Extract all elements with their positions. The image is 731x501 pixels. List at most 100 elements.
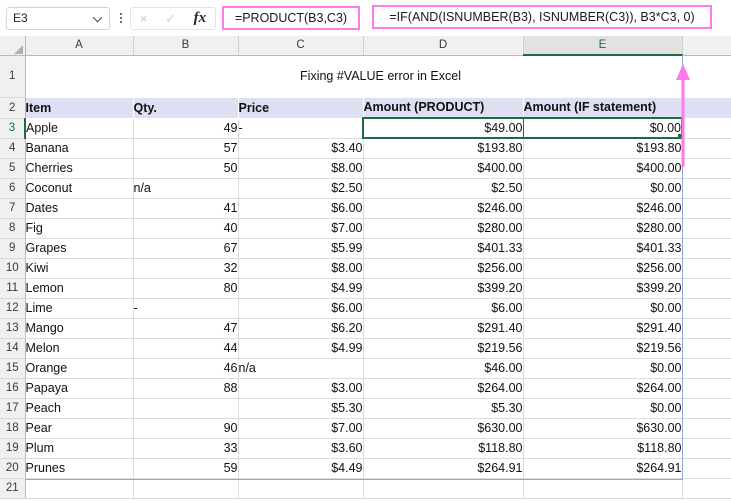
- cell-item-5[interactable]: Cherries: [25, 158, 134, 179]
- row-header-6[interactable]: 6: [0, 178, 26, 199]
- cell-price-5[interactable]: $8.00: [238, 158, 364, 179]
- cell-amount-product-7[interactable]: $246.00: [363, 198, 524, 219]
- row-header-4[interactable]: 4: [0, 138, 26, 159]
- cell-qty-20[interactable]: 59: [133, 458, 239, 479]
- cell-price-13[interactable]: $6.20: [238, 318, 364, 339]
- cell-qty-21[interactable]: [133, 478, 239, 499]
- cell-f17[interactable]: [682, 398, 731, 419]
- cell-price-4[interactable]: $3.40: [238, 138, 364, 159]
- cell-f3[interactable]: [682, 118, 731, 139]
- cell-price-7[interactable]: $6.00: [238, 198, 364, 219]
- cancel-icon[interactable]: ×: [140, 12, 148, 25]
- cell-item-14[interactable]: Melon: [25, 338, 134, 359]
- cell-price-11[interactable]: $4.99: [238, 278, 364, 299]
- row-header-13[interactable]: 13: [0, 318, 26, 339]
- cell-amount-if-9[interactable]: $401.33: [523, 238, 683, 259]
- cell-qty-7[interactable]: 41: [133, 198, 239, 219]
- cell-item-20[interactable]: Prunes: [25, 458, 134, 479]
- cell-f2[interactable]: [682, 97, 731, 118]
- formula-input-product[interactable]: =PRODUCT(B3,C3): [222, 6, 360, 30]
- cell-item-11[interactable]: Lemon: [25, 278, 134, 299]
- cell-f18[interactable]: [682, 418, 731, 439]
- cell-f14[interactable]: [682, 338, 731, 359]
- cell-item-15[interactable]: Orange: [25, 358, 134, 379]
- row-header-2[interactable]: 2: [0, 97, 26, 119]
- cell-f20[interactable]: [682, 458, 731, 479]
- cell-amount-product-3[interactable]: $49.00: [362, 117, 524, 139]
- row-header-7[interactable]: 7: [0, 198, 26, 219]
- formula-input-if[interactable]: =IF(AND(ISNUMBER(B3), ISNUMBER(C3)), B3*…: [372, 5, 712, 29]
- cell-price-8[interactable]: $7.00: [238, 218, 364, 239]
- cell-qty-6[interactable]: n/a: [133, 178, 239, 199]
- column-label-qty[interactable]: Qty.: [133, 97, 238, 118]
- cell-amount-product-15[interactable]: $46.00: [363, 358, 524, 379]
- row-header-21[interactable]: 21: [0, 478, 26, 499]
- cell-amount-product-10[interactable]: $256.00: [363, 258, 524, 279]
- column-header-f[interactable]: [682, 36, 731, 56]
- cell-amount-product-8[interactable]: $280.00: [363, 218, 524, 239]
- cell-f4[interactable]: [682, 138, 731, 159]
- cell-qty-13[interactable]: 47: [133, 318, 239, 339]
- cell-amount-product-4[interactable]: $193.80: [363, 138, 524, 159]
- cell-amount-if-14[interactable]: $219.56: [523, 338, 683, 359]
- cell-price-15[interactable]: n/a: [238, 358, 364, 379]
- cell-amount-product-13[interactable]: $291.40: [363, 318, 524, 339]
- cell-item-4[interactable]: Banana: [25, 138, 134, 159]
- cell-item-17[interactable]: Peach: [25, 398, 134, 419]
- cell-amount-if-16[interactable]: $264.00: [523, 378, 683, 399]
- cell-amount-if-20[interactable]: $264.91: [523, 458, 683, 479]
- row-header-9[interactable]: 9: [0, 238, 26, 259]
- row-header-1[interactable]: 1: [0, 55, 26, 98]
- cell-amount-if-8[interactable]: $280.00: [523, 218, 683, 239]
- cell-amount-if-3[interactable]: $0.00: [523, 117, 683, 139]
- cell-price-9[interactable]: $5.99: [238, 238, 364, 259]
- cell-f5[interactable]: [682, 158, 731, 179]
- cell-item-9[interactable]: Grapes: [25, 238, 134, 259]
- column-header-c[interactable]: C: [238, 36, 364, 56]
- cell-amount-if-15[interactable]: $0.00: [523, 358, 683, 379]
- enter-icon[interactable]: ✓: [165, 12, 176, 25]
- column-label-amount-if[interactable]: Amount (IF statement): [523, 97, 682, 119]
- cell-item-12[interactable]: Lime: [25, 298, 134, 319]
- cell-qty-8[interactable]: 40: [133, 218, 239, 239]
- cell-f11[interactable]: [682, 278, 731, 299]
- cell-f16[interactable]: [682, 378, 731, 399]
- cell-e1[interactable]: [523, 55, 682, 97]
- column-header-d[interactable]: D: [363, 36, 524, 56]
- cell-price-20[interactable]: $4.49: [238, 458, 364, 479]
- row-header-19[interactable]: 19: [0, 438, 26, 459]
- cell-price-6[interactable]: $2.50: [238, 178, 364, 199]
- cell-amount-product-9[interactable]: $401.33: [363, 238, 524, 259]
- cell-item-21[interactable]: [25, 478, 134, 499]
- cell-qty-16[interactable]: 88: [133, 378, 239, 399]
- cell-amount-product-5[interactable]: $400.00: [363, 158, 524, 179]
- cell-qty-14[interactable]: 44: [133, 338, 239, 359]
- cell-amount-if-10[interactable]: $256.00: [523, 258, 683, 279]
- kebab-menu-icon[interactable]: [114, 7, 128, 29]
- cell-amount-product-17[interactable]: $5.30: [363, 398, 524, 419]
- cell-b1[interactable]: [133, 55, 238, 97]
- cell-qty-18[interactable]: 90: [133, 418, 239, 439]
- name-box[interactable]: E3: [6, 6, 110, 30]
- row-header-20[interactable]: 20: [0, 458, 26, 479]
- row-header-14[interactable]: 14: [0, 338, 26, 359]
- cell-price-16[interactable]: $3.00: [238, 378, 364, 399]
- column-header-b[interactable]: B: [133, 36, 239, 56]
- cell-item-10[interactable]: Kiwi: [25, 258, 134, 279]
- cell-amount-product-11[interactable]: $399.20: [363, 278, 524, 299]
- cell-qty-12[interactable]: -: [133, 298, 239, 319]
- cell-item-3[interactable]: Apple: [25, 118, 134, 139]
- cell-f12[interactable]: [682, 298, 731, 319]
- cell-qty-11[interactable]: 80: [133, 278, 239, 299]
- column-label-amount-product[interactable]: Amount (PRODUCT): [363, 97, 523, 119]
- cell-amount-if-17[interactable]: $0.00: [523, 398, 683, 419]
- cell-price-21[interactable]: [238, 478, 364, 499]
- row-header-17[interactable]: 17: [0, 398, 26, 419]
- cell-amount-product-6[interactable]: $2.50: [363, 178, 524, 199]
- cell-amount-if-6[interactable]: $0.00: [523, 178, 683, 199]
- cell-f9[interactable]: [682, 238, 731, 259]
- column-label-price[interactable]: Price: [238, 97, 363, 118]
- column-label-item[interactable]: Item: [25, 97, 133, 118]
- cell-price-18[interactable]: $7.00: [238, 418, 364, 439]
- cell-item-18[interactable]: Pear: [25, 418, 134, 439]
